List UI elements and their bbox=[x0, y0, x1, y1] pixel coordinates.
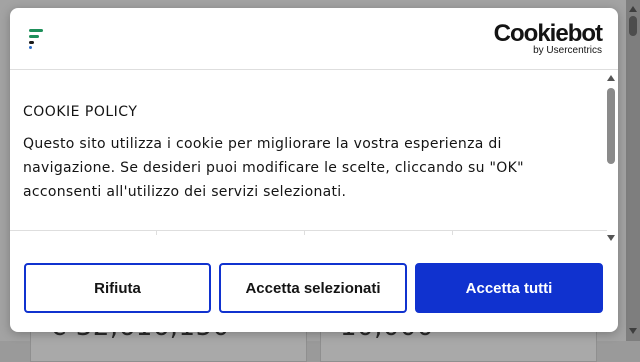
scrollbar-thumb[interactable] bbox=[629, 16, 637, 36]
cookie-policy-text: Questo sito utilizza i cookie per miglio… bbox=[23, 136, 524, 200]
consent-tabs-row bbox=[10, 230, 607, 235]
tab-divider bbox=[156, 231, 157, 235]
accept-all-button[interactable]: Accetta tutti bbox=[415, 263, 603, 313]
cookie-consent-dialog: Cookiebot by Usercentrics COOKIE POLICY … bbox=[10, 8, 618, 332]
scroll-up-arrow-icon[interactable] bbox=[629, 6, 637, 12]
site-logo-icon bbox=[29, 29, 43, 49]
cookiebot-logo-name: Cookiebot bbox=[493, 20, 603, 47]
dialog-scrollbar[interactable] bbox=[605, 70, 618, 246]
reject-button[interactable]: Rifiuta bbox=[24, 263, 211, 313]
page-scrollbar[interactable] bbox=[626, 0, 640, 341]
scroll-down-arrow-icon[interactable] bbox=[607, 235, 615, 241]
cookie-policy-title: COOKIE POLICY bbox=[23, 104, 138, 120]
accept-selected-button[interactable]: Accetta selezionati bbox=[219, 263, 407, 313]
dialog-body: COOKIE POLICY Questo sito utilizza i coo… bbox=[10, 70, 618, 235]
scroll-up-arrow-icon[interactable] bbox=[607, 75, 615, 81]
tab-divider bbox=[304, 231, 305, 235]
scroll-down-arrow-icon[interactable] bbox=[629, 328, 637, 334]
tab-divider bbox=[452, 231, 453, 235]
dialog-header: Cookiebot by Usercentrics bbox=[10, 8, 618, 70]
scrollbar-thumb[interactable] bbox=[607, 88, 615, 164]
cookiebot-logo[interactable]: Cookiebot by Usercentrics bbox=[493, 20, 603, 57]
dialog-footer: Rifiuta Accetta selezionati Accetta tutt… bbox=[10, 246, 618, 332]
